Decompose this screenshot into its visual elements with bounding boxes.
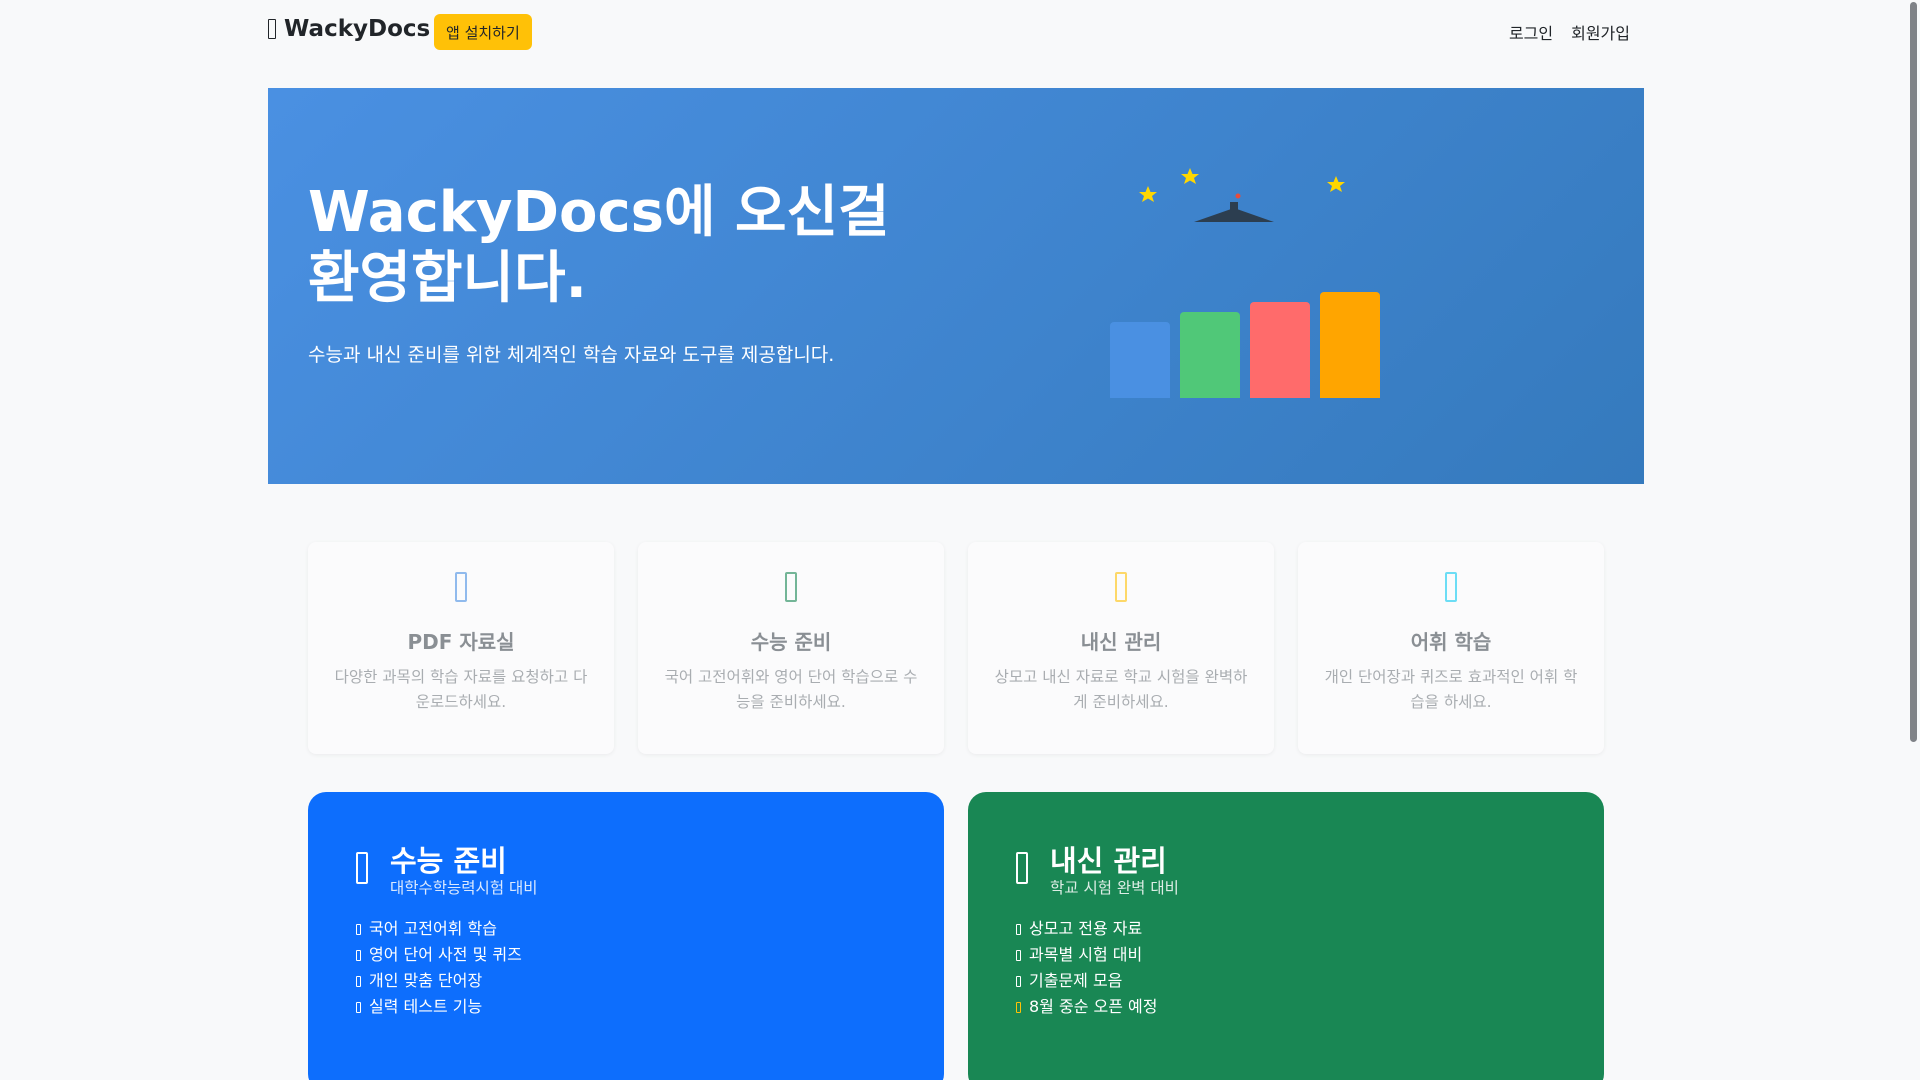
list-item: 8월 중순 오픈 예정 (1016, 994, 1157, 1020)
section-panels: 수능 준비 대학수학능력시험 대비 국어 고전어휘 학습 영어 단어 사전 및 … (308, 792, 1604, 1080)
check-icon (1016, 975, 1021, 987)
top-navbar: WackyDocs 앱 설치하기 로그인 회원가입 (0, 0, 1920, 64)
list-item-label: 실력 테스트 기능 (369, 997, 483, 1016)
book-icon (785, 572, 797, 602)
panel-suneung[interactable]: 수능 준비 대학수학능력시험 대비 국어 고전어휘 학습 영어 단어 사전 및 … (308, 792, 944, 1080)
list-item: 실력 테스트 기능 (356, 994, 522, 1020)
file-pdf-icon (455, 572, 467, 602)
panel-title: 내신 관리 (1050, 844, 1167, 878)
bar-blocks (1110, 292, 1380, 398)
list-item: 상모고 전용 자료 (1016, 916, 1157, 942)
bar-block (1250, 302, 1310, 398)
check-icon (1016, 949, 1021, 961)
list-item-label: 개인 맞춤 단어장 (369, 971, 483, 990)
brand-name: WackyDocs (284, 16, 431, 42)
hero-banner: WackyDocs에 오신걸 환영합니다. 수능과 내신 준비를 위한 체계적인… (268, 88, 1644, 484)
feature-desc: 개인 단어장과 퀴즈로 효과적인 어휘 학습을 하세요. (1324, 668, 1578, 711)
clock-icon (1016, 1001, 1021, 1013)
scrollbar-thumb[interactable] (1910, 2, 1917, 742)
document-icon (268, 19, 276, 39)
list-item-label: 과목별 시험 대비 (1029, 945, 1143, 964)
login-link[interactable]: 로그인 (1509, 20, 1553, 44)
panel-subtitle: 대학수학능력시험 대비 (390, 879, 538, 897)
check-icon (356, 949, 361, 961)
feature-desc: 다양한 과목의 학습 자료를 요청하고 다운로드하세요. (334, 668, 588, 711)
feature-card-vocab[interactable]: 어휘 학습 개인 단어장과 퀴즈로 효과적인 어휘 학습을 하세요. (1298, 542, 1604, 754)
list-item: 기출문제 모음 (1016, 968, 1157, 994)
feature-title: 수능 준비 (750, 630, 832, 654)
hero-title: WackyDocs에 오신걸 환영합니다. (308, 180, 890, 312)
feature-desc: 상모고 내신 자료로 학교 시험을 완벽하게 준비하세요. (994, 668, 1248, 711)
panel-feature-list: 국어 고전어휘 학습 영어 단어 사전 및 퀴즈 개인 맞춤 단어장 실력 테스… (356, 916, 522, 1020)
vocab-icon (1445, 572, 1457, 602)
check-icon (356, 975, 361, 987)
list-item-label: 기출문제 모음 (1029, 971, 1123, 990)
list-item-label: 영어 단어 사전 및 퀴즈 (369, 945, 522, 964)
brand-logo[interactable]: WackyDocs (268, 16, 430, 42)
list-item-label: 8월 중순 오픈 예정 (1029, 997, 1158, 1016)
install-app-button[interactable]: 앱 설치하기 (434, 14, 532, 50)
star-icon (1139, 168, 1345, 202)
bar-block (1320, 292, 1380, 398)
graduation-cap-icon (1194, 193, 1274, 222)
panel-title: 수능 준비 (390, 844, 507, 878)
check-icon (356, 1001, 361, 1013)
auth-nav: 로그인 회원가입 (1509, 20, 1630, 44)
feature-title: PDF 자료실 (407, 630, 515, 654)
feature-card-pdf[interactable]: PDF 자료실 다양한 과목의 학습 자료를 요청하고 다운로드하세요. (308, 542, 614, 754)
bar-block (1180, 312, 1240, 398)
list-item: 과목별 시험 대비 (1016, 942, 1157, 968)
list-item-label: 상모고 전용 자료 (1029, 919, 1143, 938)
panel-naesin[interactable]: 내신 관리 학교 시험 완벽 대비 상모고 전용 자료 과목별 시험 대비 기출… (968, 792, 1604, 1080)
hero-illustration (1110, 168, 1380, 398)
feature-card-suneung[interactable]: 수능 준비 국어 고전어휘와 영어 단어 학습으로 수능을 준비하세요. (638, 542, 944, 754)
list-item: 영어 단어 사전 및 퀴즈 (356, 942, 522, 968)
list-item-label: 국어 고전어휘 학습 (369, 919, 497, 938)
book-icon (356, 852, 368, 884)
feature-desc: 국어 고전어휘와 영어 단어 학습으로 수능을 준비하세요. (664, 668, 918, 711)
hero-subtitle: 수능과 내신 준비를 위한 체계적인 학습 자료와 도구를 제공합니다. (308, 344, 835, 366)
panel-feature-list: 상모고 전용 자료 과목별 시험 대비 기출문제 모음 8월 중순 오픈 예정 (1016, 916, 1157, 1020)
list-item: 국어 고전어휘 학습 (356, 916, 522, 942)
bar-block (1110, 322, 1170, 398)
school-icon (1016, 852, 1028, 884)
feature-title: 어휘 학습 (1410, 630, 1492, 654)
school-icon (1115, 572, 1127, 602)
page-scrollbar[interactable] (1906, 0, 1920, 1080)
panel-subtitle: 학교 시험 완벽 대비 (1050, 879, 1179, 897)
feature-title: 내신 관리 (1080, 630, 1162, 654)
check-icon (356, 923, 361, 935)
list-item: 개인 맞춤 단어장 (356, 968, 522, 994)
signup-link[interactable]: 회원가입 (1571, 20, 1630, 44)
check-icon (1016, 923, 1021, 935)
feature-card-naesin[interactable]: 내신 관리 상모고 내신 자료로 학교 시험을 완벽하게 준비하세요. (968, 542, 1274, 754)
feature-cards: PDF 자료실 다양한 과목의 학습 자료를 요청하고 다운로드하세요. 수능 … (308, 542, 1604, 754)
